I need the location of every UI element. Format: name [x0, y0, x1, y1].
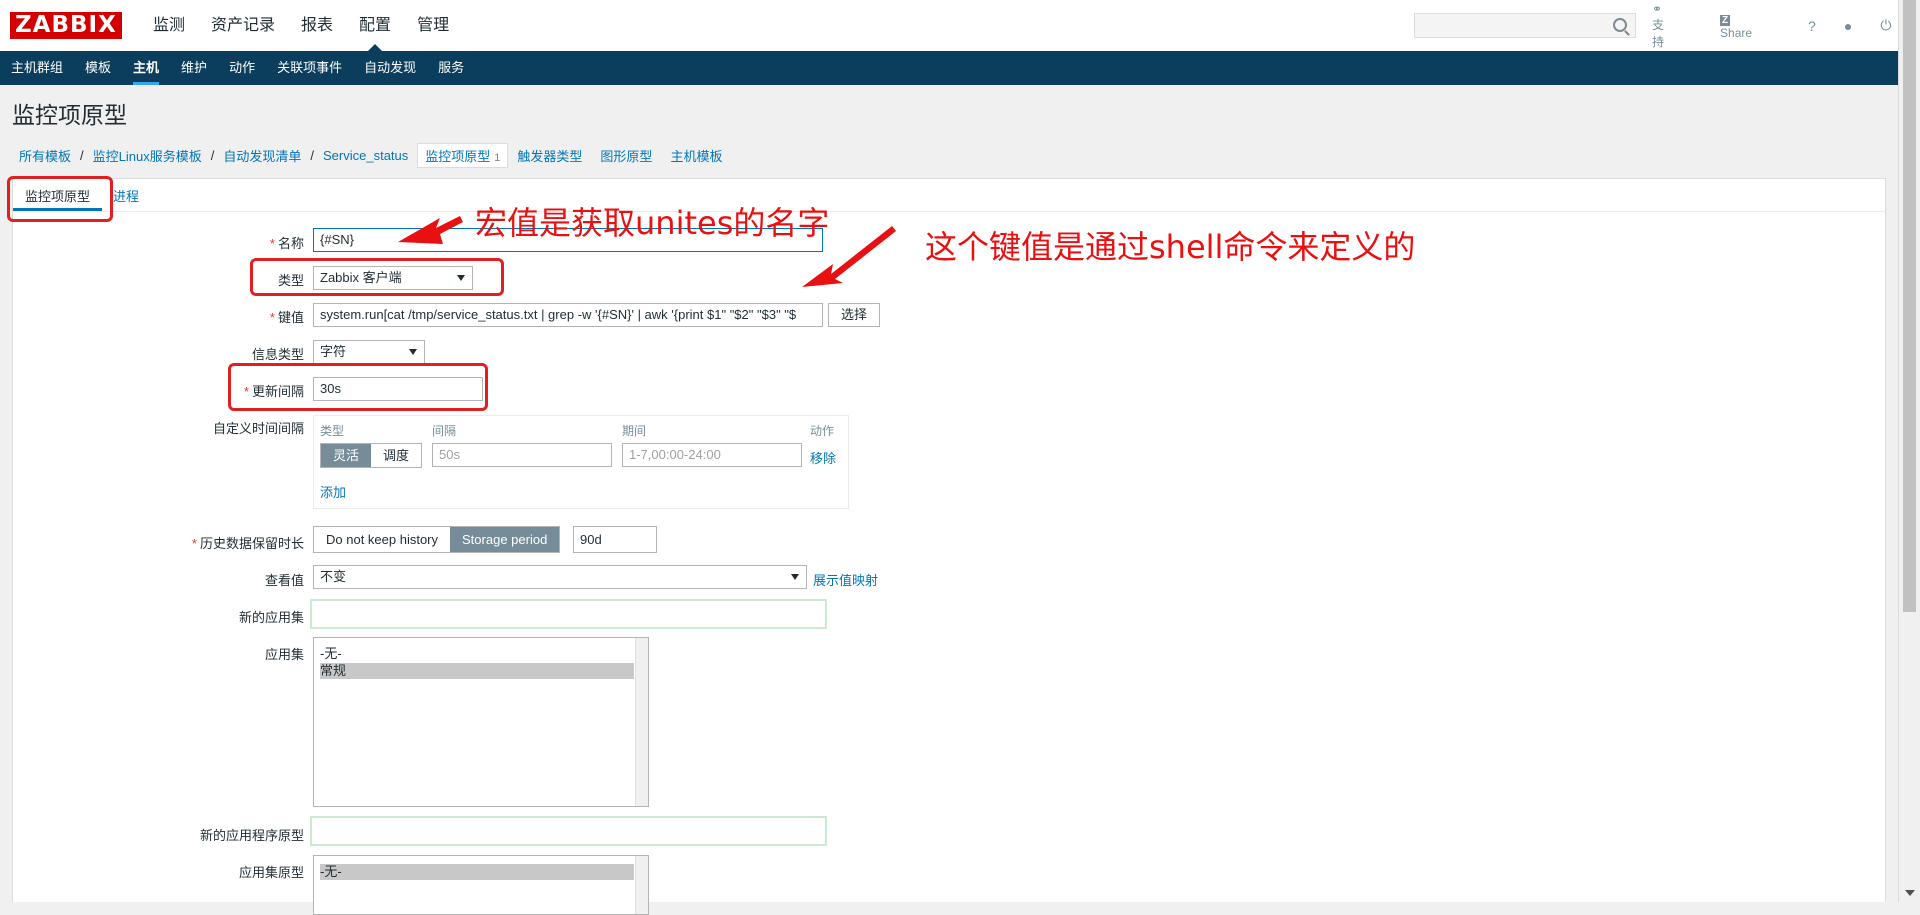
- page-scrollbar[interactable]: [1898, 0, 1920, 902]
- annotation-arrows: [398, 216, 896, 287]
- scrollbar-thumb[interactable]: [1903, 0, 1916, 612]
- annotation-note-macro: 宏值是获取unites的名字: [475, 204, 830, 242]
- scroll-down-icon[interactable]: [1905, 890, 1915, 896]
- annotation-note-key: 这个键值是通过shell命令来定义的: [925, 228, 1416, 266]
